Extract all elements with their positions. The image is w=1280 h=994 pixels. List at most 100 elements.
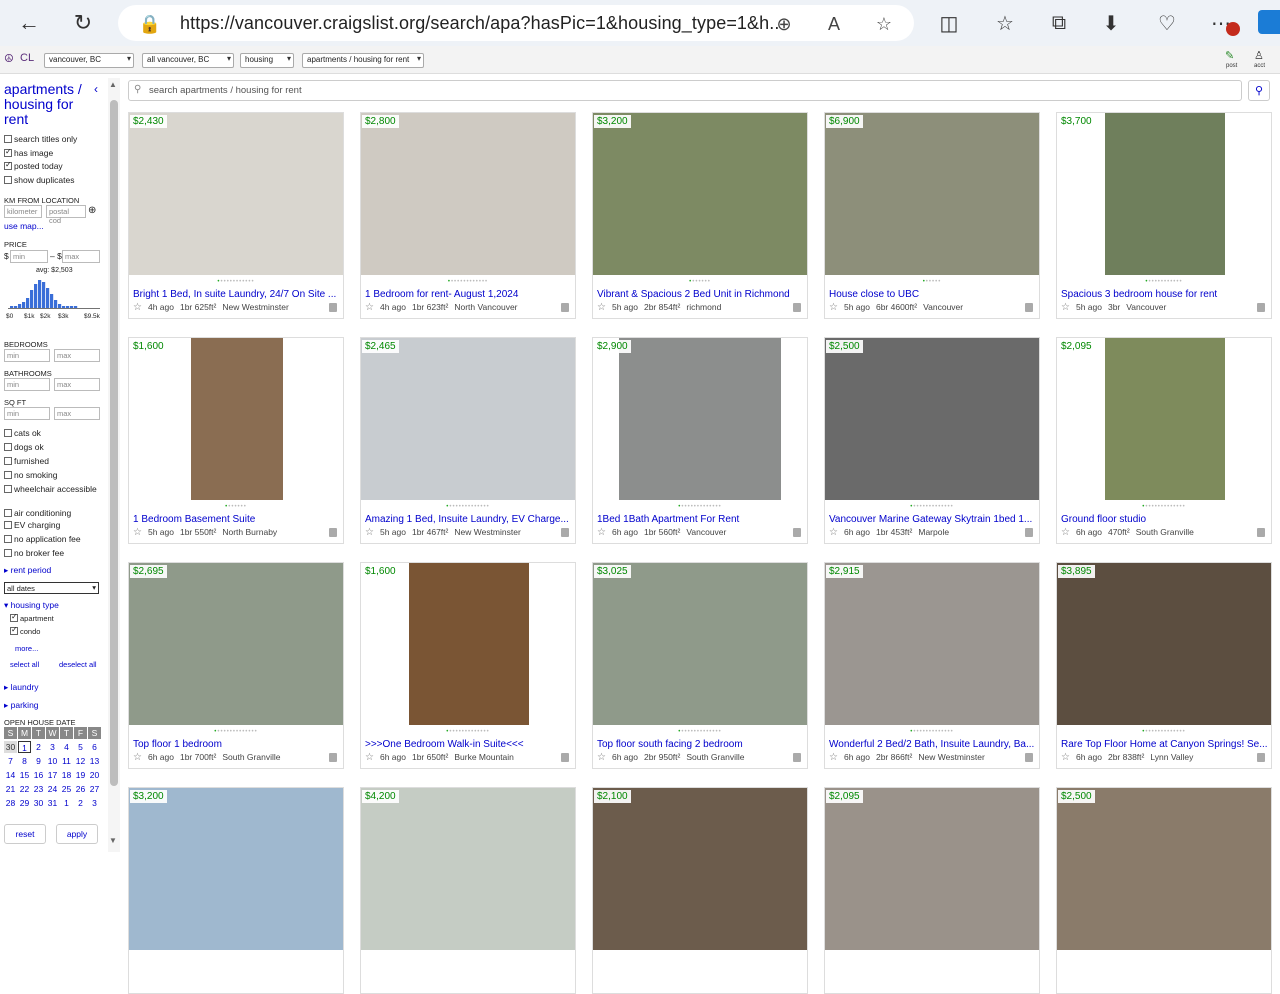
- favorite-star-icon[interactable]: ☆: [365, 302, 374, 313]
- amenity-option[interactable]: wheelchair accessible: [4, 484, 104, 494]
- photo-carousel-dots[interactable]: ••••••••••••: [1057, 279, 1271, 285]
- listing-title[interactable]: Amazing 1 Bed, Insuite Laundry, EV Charg…: [365, 514, 573, 525]
- km-input[interactable]: kilometer: [4, 205, 42, 218]
- bathrooms-min-input[interactable]: min: [4, 378, 50, 391]
- cl-logo[interactable]: CL: [20, 52, 34, 64]
- calendar-day[interactable]: 9: [32, 755, 45, 767]
- photo-carousel-dots[interactable]: ••••••••••••••: [593, 504, 807, 510]
- checkbox[interactable]: [4, 549, 12, 557]
- photo-carousel-dots[interactable]: ••••••••••••••: [1057, 504, 1271, 510]
- search-box[interactable]: ⚲ search apartments / housing for rent: [128, 80, 1242, 101]
- zoom-icon[interactable]: ⊕: [772, 12, 796, 36]
- listing-card[interactable]: $3,200 ••••••• Vibrant & Spacious 2 Bed Un…: [592, 112, 808, 319]
- reset-button[interactable]: reset: [4, 824, 46, 844]
- listing-card[interactable]: $1,600 ••••••• 1 Bedroom Basement Suite ☆ 5h…: [128, 337, 344, 544]
- dates-select[interactable]: all dates ▾: [4, 582, 99, 594]
- bedrooms-max-input[interactable]: max: [54, 349, 100, 362]
- calendar-day[interactable]: 6: [88, 741, 101, 753]
- copilot-icon[interactable]: [1258, 10, 1280, 34]
- favorite-star-icon[interactable]: ☆: [1061, 527, 1070, 538]
- photo-carousel-dots[interactable]: ••••••••••••••: [129, 729, 343, 735]
- calendar-day[interactable]: 19: [74, 769, 87, 781]
- locate-icon[interactable]: ⊕: [88, 205, 96, 216]
- filter-option[interactable]: posted today: [4, 160, 63, 171]
- collapse-chevron-icon[interactable]: ‹: [94, 82, 98, 96]
- address-bar[interactable]: 🔒 https://vancouver.craigslist.org/searc…: [118, 5, 914, 41]
- listing-title[interactable]: Wonderful 2 Bed/2 Bath, Insuite Laundry,…: [829, 739, 1037, 750]
- calendar-day[interactable]: 25: [60, 783, 73, 795]
- lock-icon[interactable]: 🔒: [138, 12, 162, 36]
- favorite-star-icon[interactable]: ☆: [133, 302, 142, 313]
- listing-title[interactable]: Vibrant & Spacious 2 Bed Unit in Richmon…: [597, 289, 805, 300]
- listing-photo[interactable]: [825, 788, 1039, 950]
- subregion-select[interactable]: all vancouver, BC: [142, 53, 234, 68]
- amenity-option[interactable]: dogs ok: [4, 442, 104, 452]
- refresh-icon[interactable]: ↻: [66, 6, 100, 40]
- calendar-day[interactable]: 14: [4, 769, 17, 781]
- deselect-all-link[interactable]: deselect all: [59, 660, 97, 669]
- listing-card[interactable]: $3,025 •••••••••••••• Top floor south faci…: [592, 562, 808, 769]
- checkbox[interactable]: [10, 625, 18, 635]
- listing-card[interactable]: $2,500 •••••••••••••• Vancouver Marine Gat…: [824, 337, 1040, 544]
- calendar-day[interactable]: 16: [32, 769, 45, 781]
- listing-photo[interactable]: [619, 338, 781, 500]
- favorite-star-icon[interactable]: ☆: [365, 752, 374, 763]
- listing-photo[interactable]: [825, 563, 1039, 725]
- calendar-day[interactable]: 11: [60, 755, 73, 767]
- trash-icon[interactable]: [793, 303, 801, 312]
- listing-title[interactable]: Bright 1 Bed, In suite Laundry, 24/7 On …: [133, 289, 341, 300]
- sidebar-scroll-thumb[interactable]: [110, 100, 118, 786]
- listing-card[interactable]: $2,800 ••••••••••••• 1 Bedroom for rent- A…: [360, 112, 576, 319]
- checkbox[interactable]: [4, 521, 12, 529]
- listing-title[interactable]: 1 Bedroom Basement Suite: [133, 514, 341, 525]
- listing-card[interactable]: $1,600 •••••••••••••• >>>One Bedroom Walk-…: [360, 562, 576, 769]
- checkbox[interactable]: [4, 509, 12, 517]
- listing-card[interactable]: $2,500: [1056, 787, 1272, 994]
- calendar-day[interactable]: 28: [4, 797, 17, 809]
- postal-input[interactable]: postal cod: [46, 205, 86, 225]
- favorite-star-icon[interactable]: ☆: [365, 527, 374, 538]
- category-title[interactable]: apartments / housing for rent: [4, 82, 90, 127]
- calendar-day[interactable]: 15: [18, 769, 31, 781]
- listing-card[interactable]: $3,200: [128, 787, 344, 994]
- listing-photo[interactable]: [593, 788, 807, 950]
- price-max-input[interactable]: max: [62, 250, 100, 263]
- calendar-day[interactable]: 2: [32, 741, 45, 753]
- account-icon[interactable]: ♙: [1254, 49, 1264, 62]
- favorite-star-icon[interactable]: ☆: [597, 302, 606, 313]
- housing-type-toggle[interactable]: ▾ housing type: [4, 600, 59, 611]
- trash-icon[interactable]: [329, 753, 337, 762]
- listing-title[interactable]: Spacious 3 bedroom house for rent: [1061, 289, 1269, 300]
- listing-photo[interactable]: [1057, 563, 1271, 725]
- checkbox[interactable]: [4, 485, 12, 493]
- category-select[interactable]: housing: [240, 53, 294, 68]
- calendar-day[interactable]: 1: [18, 741, 31, 753]
- checkbox[interactable]: [4, 443, 12, 451]
- photo-carousel-dots[interactable]: •••••••: [593, 279, 807, 285]
- price-histogram[interactable]: $0 $1k $2k $3k $9.5k: [4, 276, 102, 320]
- calendar-day[interactable]: 3: [88, 797, 101, 809]
- checkbox[interactable]: [4, 429, 12, 437]
- listing-photo[interactable]: [593, 113, 807, 275]
- calendar-day[interactable]: 31: [46, 797, 59, 809]
- filter-option[interactable]: has image: [4, 147, 53, 158]
- post-label[interactable]: post: [1226, 63, 1237, 69]
- listing-photo[interactable]: [129, 563, 343, 725]
- favorite-star-icon[interactable]: ☆: [829, 752, 838, 763]
- split-screen-icon[interactable]: ◫: [934, 8, 964, 38]
- listing-card[interactable]: $2,100: [592, 787, 808, 994]
- post-icon[interactable]: ✎: [1225, 49, 1234, 62]
- listing-title[interactable]: Vancouver Marine Gateway Skytrain 1bed 1…: [829, 514, 1037, 525]
- favorite-star-icon[interactable]: ☆: [597, 527, 606, 538]
- trash-icon[interactable]: [1257, 753, 1265, 762]
- checkbox[interactable]: [4, 160, 12, 170]
- calendar-day[interactable]: 26: [74, 783, 87, 795]
- listing-card[interactable]: $2,430 •••••••••••• Bright 1 Bed, In suite…: [128, 112, 344, 319]
- calendar-day[interactable]: 10: [46, 755, 59, 767]
- photo-carousel-dots[interactable]: •••••••: [129, 504, 343, 510]
- calendar-day[interactable]: 29: [18, 797, 31, 809]
- listing-photo[interactable]: [129, 113, 343, 275]
- scroll-up-icon[interactable]: ▲: [109, 80, 117, 89]
- trash-icon[interactable]: [561, 753, 569, 762]
- photo-carousel-dots[interactable]: ••••••••••••••: [1057, 729, 1271, 735]
